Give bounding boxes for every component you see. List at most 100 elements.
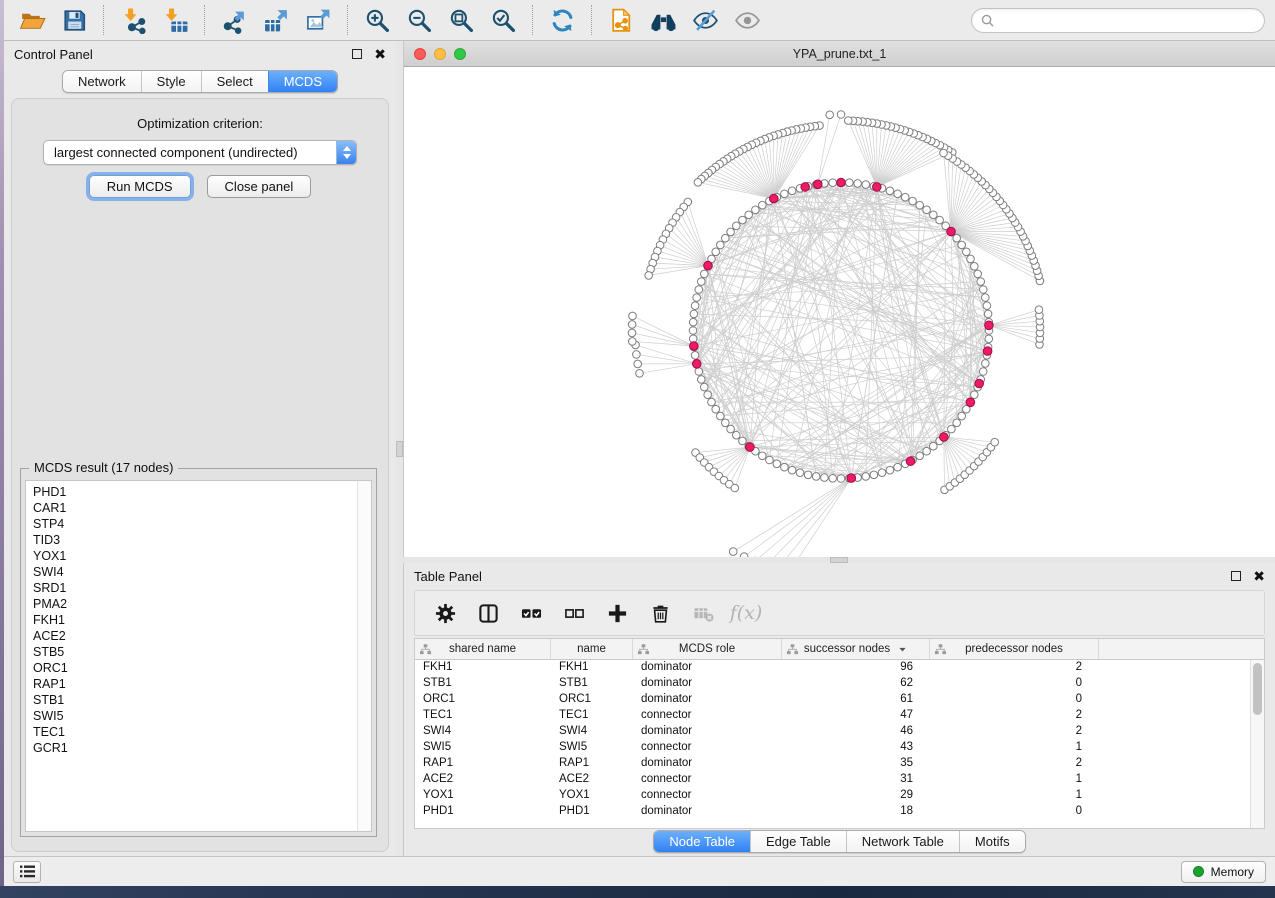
network-node[interactable]	[894, 463, 902, 471]
network-node[interactable]	[862, 473, 870, 481]
scrollbar-thumb[interactable]	[1253, 663, 1262, 715]
network-node[interactable]	[870, 471, 878, 479]
mcds-result-item[interactable]: FKH1	[33, 612, 357, 628]
network-node[interactable]	[739, 437, 747, 445]
cell-MCDS-role[interactable]: dominator	[633, 676, 782, 692]
network-node[interactable]	[704, 391, 712, 399]
mcds-dominator-node[interactable]	[906, 457, 915, 466]
cell-MCDS-role[interactable]: dominator	[633, 804, 782, 820]
show-column-panel-button[interactable]	[476, 601, 500, 625]
run-mcds-button[interactable]: Run MCDS	[89, 175, 191, 198]
mcds-dominator-node[interactable]	[985, 321, 994, 330]
network-node[interactable]	[698, 278, 706, 286]
refresh-layout-button[interactable]	[544, 3, 580, 37]
close-panel-icon[interactable]: ✖	[1253, 571, 1265, 581]
cell-predecessor-nodes[interactable]: 0	[930, 804, 1099, 820]
cell-name[interactable]: RAP1	[551, 756, 633, 772]
memory-button[interactable]: Memory	[1181, 861, 1266, 883]
network-node[interactable]	[691, 352, 699, 360]
network-node[interactable]	[788, 187, 796, 195]
network-node[interactable]	[916, 452, 924, 460]
mcds-result-item[interactable]: CAR1	[33, 500, 357, 516]
cell-successor-nodes[interactable]: 18	[782, 804, 930, 820]
table-row[interactable]: PHD1PHD1dominator180	[415, 804, 1250, 820]
network-node[interactable]	[953, 234, 961, 242]
cell-successor-nodes[interactable]: 35	[782, 756, 930, 772]
network-node[interactable]	[971, 263, 979, 271]
network-node[interactable]	[837, 111, 845, 119]
cell-successor-nodes[interactable]: 43	[782, 740, 930, 756]
export-table-button[interactable]	[258, 3, 294, 37]
cell-name[interactable]: STB1	[551, 676, 633, 692]
cell-predecessor-nodes[interactable]: 0	[930, 676, 1099, 692]
network-node[interactable]	[936, 216, 944, 224]
network-node[interactable]	[909, 197, 917, 205]
cell-shared-name[interactable]: FKH1	[415, 660, 551, 676]
list-scrollbar[interactable]	[357, 481, 371, 831]
network-node[interactable]	[701, 270, 709, 278]
cell-predecessor-nodes[interactable]: 2	[930, 708, 1099, 724]
network-node[interactable]	[826, 111, 834, 119]
mcds-result-item[interactable]: PMA2	[33, 596, 357, 612]
mcds-result-item[interactable]: RAP1	[33, 676, 357, 692]
table-scrollbar[interactable]	[1250, 660, 1264, 828]
cell-shared-name[interactable]: ORC1	[415, 692, 551, 708]
network-node[interactable]	[698, 376, 706, 384]
network-node[interactable]	[634, 360, 642, 368]
cell-predecessor-nodes[interactable]: 1	[930, 772, 1099, 788]
cell-name[interactable]: ORC1	[551, 692, 633, 708]
network-node[interactable]	[804, 471, 812, 479]
mcds-dominator-node[interactable]	[837, 178, 846, 187]
mcds-dominator-node[interactable]	[746, 443, 755, 452]
network-node[interactable]	[984, 310, 992, 318]
network-node[interactable]	[930, 442, 938, 450]
add-column-button[interactable]	[605, 601, 629, 625]
table-row[interactable]: STB1STB1dominator620	[415, 676, 1250, 692]
network-node[interactable]	[974, 270, 982, 278]
vertical-splitter[interactable]	[396, 41, 403, 856]
network-node[interactable]	[930, 211, 938, 219]
network-node[interactable]	[729, 548, 737, 556]
tab-style[interactable]: Style	[141, 71, 201, 92]
export-image-button[interactable]	[300, 3, 336, 37]
mcds-result-item[interactable]: STB5	[33, 644, 357, 660]
cell-successor-nodes[interactable]: 96	[782, 660, 930, 676]
mcds-dominator-node[interactable]	[940, 433, 949, 442]
tab-node-table[interactable]: Node Table	[654, 831, 750, 852]
network-node[interactable]	[722, 419, 730, 427]
network-node[interactable]	[796, 469, 804, 477]
network-node[interactable]	[845, 117, 853, 125]
open-file-button[interactable]	[14, 3, 50, 37]
network-node[interactable]	[689, 327, 697, 335]
cell-successor-nodes[interactable]: 46	[782, 724, 930, 740]
network-node[interactable]	[717, 241, 725, 249]
network-node[interactable]	[982, 360, 990, 368]
cell-predecessor-nodes[interactable]: 0	[930, 692, 1099, 708]
delete-column-button[interactable]	[648, 601, 672, 625]
network-node[interactable]	[629, 312, 637, 320]
network-node[interactable]	[773, 460, 781, 468]
network-node[interactable]	[628, 329, 636, 337]
cell-MCDS-role[interactable]: connector	[633, 788, 782, 804]
task-history-button[interactable]	[13, 861, 41, 883]
cell-MCDS-role[interactable]: connector	[633, 708, 782, 724]
network-node[interactable]	[745, 211, 753, 219]
mcds-dominator-node[interactable]	[693, 360, 702, 369]
cell-shared-name[interactable]: PHD1	[415, 804, 551, 820]
network-node[interactable]	[629, 338, 637, 346]
network-node[interactable]	[878, 469, 886, 477]
network-node[interactable]	[977, 278, 985, 286]
import-network-button[interactable]	[115, 3, 151, 37]
first-neighbors-button[interactable]	[645, 3, 681, 37]
column-header-MCDS-role[interactable]: MCDS role	[633, 639, 782, 659]
mcds-dominator-node[interactable]	[704, 261, 713, 270]
network-node[interactable]	[886, 187, 894, 195]
import-table-button[interactable]	[157, 3, 193, 37]
network-node[interactable]	[958, 241, 966, 249]
table-row[interactable]: RAP1RAP1dominator352	[415, 756, 1250, 772]
mcds-dominator-node[interactable]	[801, 183, 810, 192]
network-node[interactable]	[886, 466, 894, 474]
table-row[interactable]: FKH1FKH1dominator962	[415, 660, 1250, 676]
cell-shared-name[interactable]: SWI5	[415, 740, 551, 756]
network-node[interactable]	[916, 201, 924, 209]
